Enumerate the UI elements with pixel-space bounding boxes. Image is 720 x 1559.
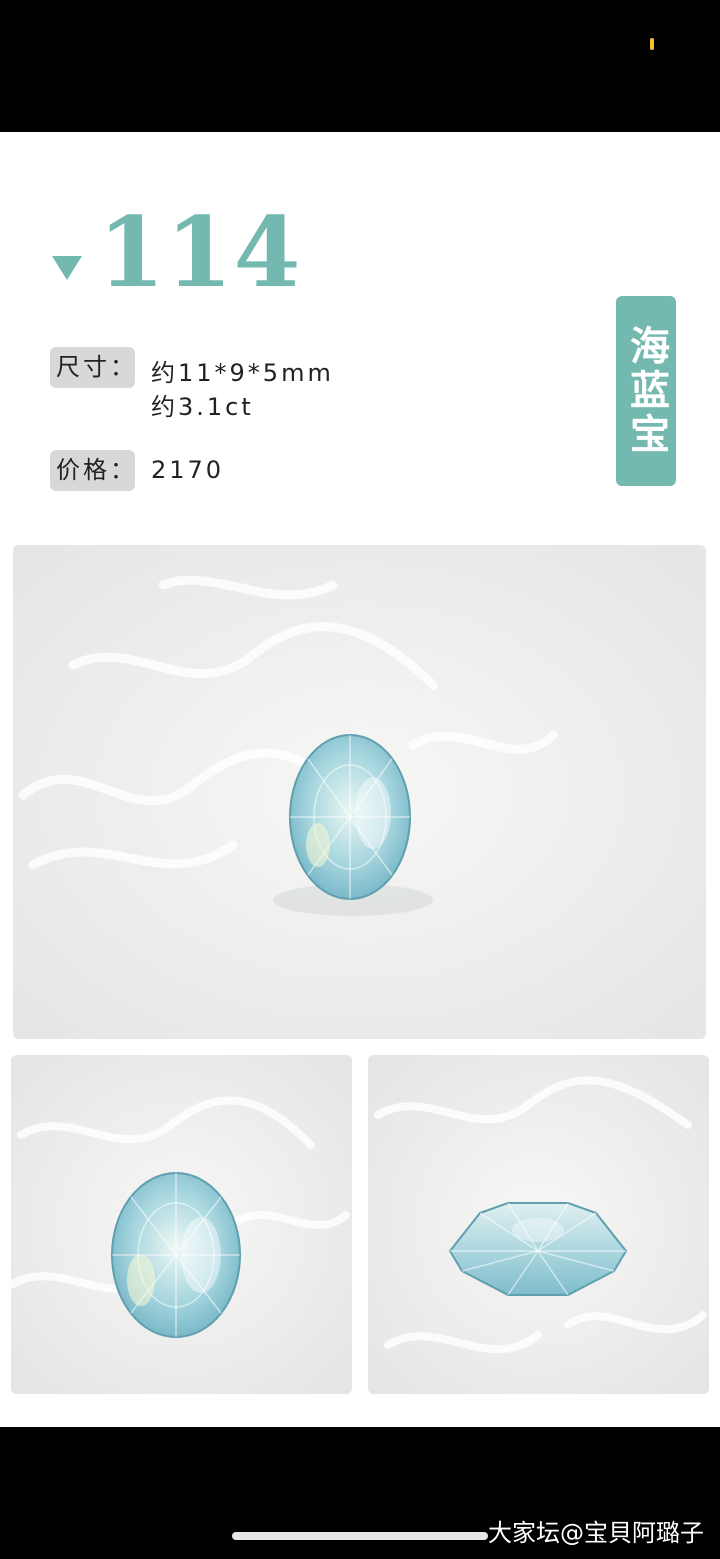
triangle-marker-icon — [52, 256, 82, 280]
size-label: 尺寸： — [50, 347, 135, 388]
price-value: 2170 — [151, 456, 225, 484]
status-bar — [0, 0, 720, 132]
size-dimensions: 约11*9*5mm — [151, 359, 334, 387]
status-indicator — [650, 38, 654, 50]
watermark-text: 大家坛@宝貝阿璐子 — [488, 1519, 704, 1547]
bottom-bar: 大家坛@宝貝阿璐子 — [0, 1427, 720, 1559]
gem-photo-face-up[interactable] — [11, 1055, 352, 1394]
price-label: 价格： — [50, 450, 135, 491]
home-indicator[interactable] — [232, 1532, 488, 1540]
size-carat: 约3.1ct — [151, 393, 254, 421]
gem-photo-side[interactable] — [368, 1055, 709, 1394]
item-number: 114 — [98, 196, 302, 309]
product-card: 114 尺寸： 约11*9*5mm 约3.1ct 价格： 2170 海蓝宝 — [0, 132, 720, 1427]
gem-photo-main[interactable] — [13, 545, 706, 1039]
category-text: 海蓝宝 — [623, 325, 670, 457]
category-badge: 海蓝宝 — [616, 296, 676, 486]
